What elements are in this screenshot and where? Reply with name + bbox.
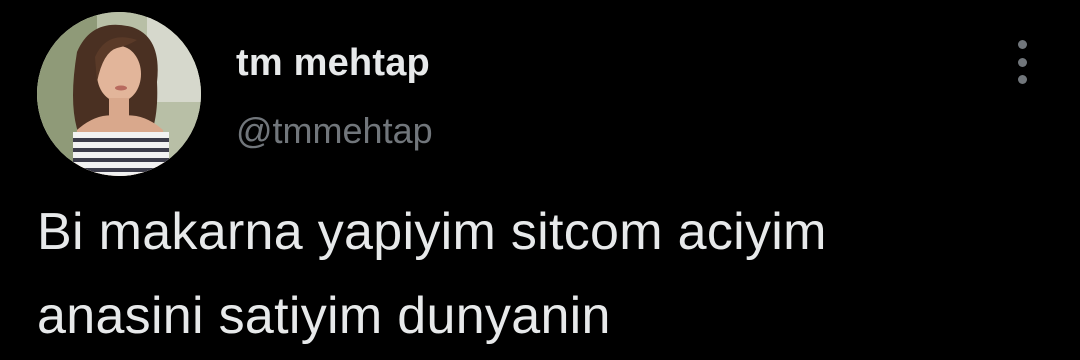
avatar[interactable] (37, 12, 201, 176)
more-vertical-icon (1017, 75, 1027, 84)
profile-photo (37, 12, 201, 176)
user-handle[interactable]: @tmmehtap (236, 110, 433, 152)
display-name[interactable]: tm mehtap (236, 42, 430, 85)
more-vertical-icon (1017, 40, 1027, 49)
tweet-card: tm mehtap @tmmehtap Bi makarna yapiyim s… (0, 0, 1080, 360)
more-vertical-icon (1017, 57, 1027, 67)
tweet-text-line: Bi makarna yapiyim sitcom aciyim (37, 203, 827, 261)
more-options-button[interactable] (1006, 40, 1038, 84)
tweet-text-line: anasini satiyim dunyanin (37, 287, 611, 345)
tweet-text: Bi makarna yapiyim sitcom aciyim anasini… (37, 190, 1057, 358)
